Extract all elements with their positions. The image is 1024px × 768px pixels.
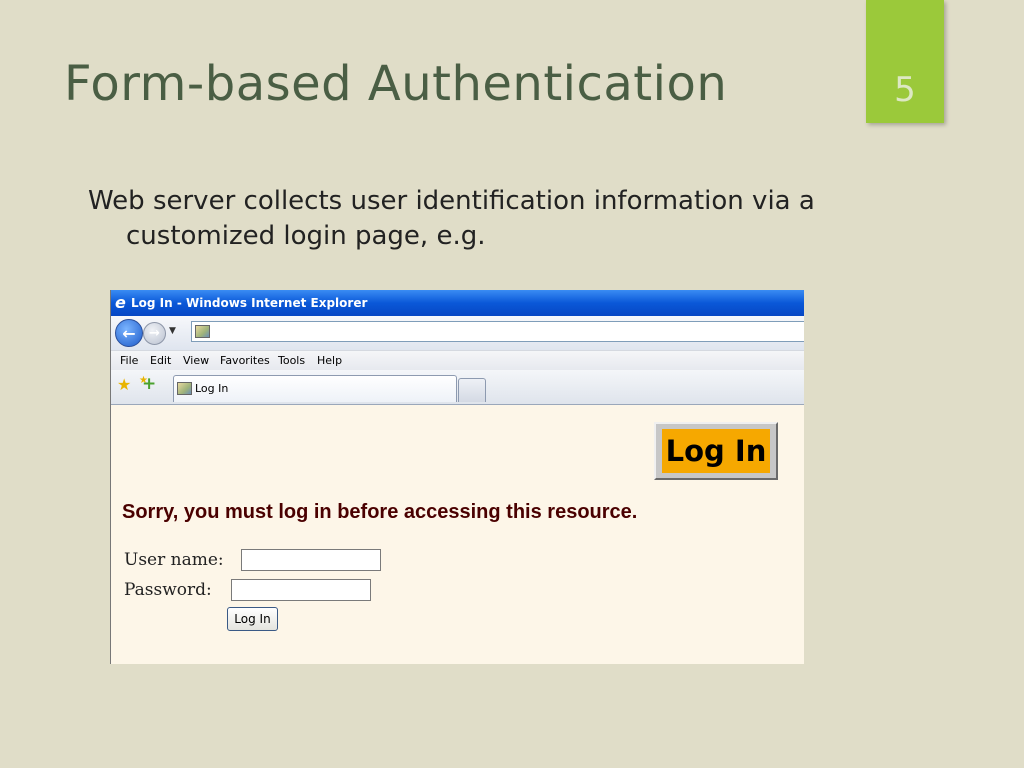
address-input[interactable] <box>191 321 804 342</box>
body-line-1: Web server collects user identification … <box>88 186 815 216</box>
menu-favorites[interactable]: Favorites <box>220 354 270 367</box>
username-label: User name: <box>124 550 224 570</box>
back-arrow-icon: ← <box>122 323 136 343</box>
password-input[interactable] <box>231 579 371 601</box>
ie-logo-icon: e <box>115 293 126 312</box>
password-label: Password: <box>124 580 212 600</box>
browser-window: e Log In - Windows Internet Explorer ← →… <box>110 290 804 664</box>
login-logo-text: Log In <box>662 429 770 473</box>
login-logo-button[interactable]: Log In <box>654 422 778 480</box>
menu-view[interactable]: View <box>183 354 209 367</box>
slide-body: Web server collects user identification … <box>88 184 868 254</box>
tab-label: Log In <box>195 382 229 395</box>
forward-button[interactable]: → <box>143 322 166 345</box>
page-number-tab: 5 <box>866 0 944 123</box>
tab-log-in[interactable]: Log In <box>173 375 457 402</box>
tab-page-icon <box>177 382 192 395</box>
username-input[interactable] <box>241 549 381 571</box>
favorites-star-icon[interactable]: ★ <box>117 377 131 393</box>
forward-arrow-icon: → <box>149 326 160 341</box>
new-tab-button[interactable] <box>458 378 486 402</box>
page-content: Log In Sorry, you must log in before acc… <box>111 405 804 664</box>
error-message: Sorry, you must log in before accessing … <box>122 501 638 523</box>
window-titlebar[interactable]: e Log In - Windows Internet Explorer <box>111 290 804 316</box>
menu-tools[interactable]: Tools <box>278 354 305 367</box>
login-submit-button[interactable]: Log In <box>227 607 278 631</box>
add-favorite-icon[interactable]: ★ + <box>139 375 156 393</box>
menu-file[interactable]: File <box>120 354 138 367</box>
tab-bar: ★ ★ + Log In <box>111 370 804 405</box>
back-button[interactable]: ← <box>115 319 143 347</box>
body-line-2: customized login page, e.g. <box>126 221 486 251</box>
page-number: 5 <box>894 70 916 110</box>
window-title: Log In - Windows Internet Explorer <box>131 296 368 310</box>
menu-edit[interactable]: Edit <box>150 354 171 367</box>
page-icon <box>195 325 210 338</box>
menu-bar: File Edit View Favorites Tools Help <box>111 350 804 371</box>
address-bar: ← → ▼ <box>111 316 804 350</box>
history-dropdown-icon[interactable]: ▼ <box>169 326 176 336</box>
menu-help[interactable]: Help <box>317 354 342 367</box>
slide-title: Form-based Authentication <box>64 56 728 112</box>
